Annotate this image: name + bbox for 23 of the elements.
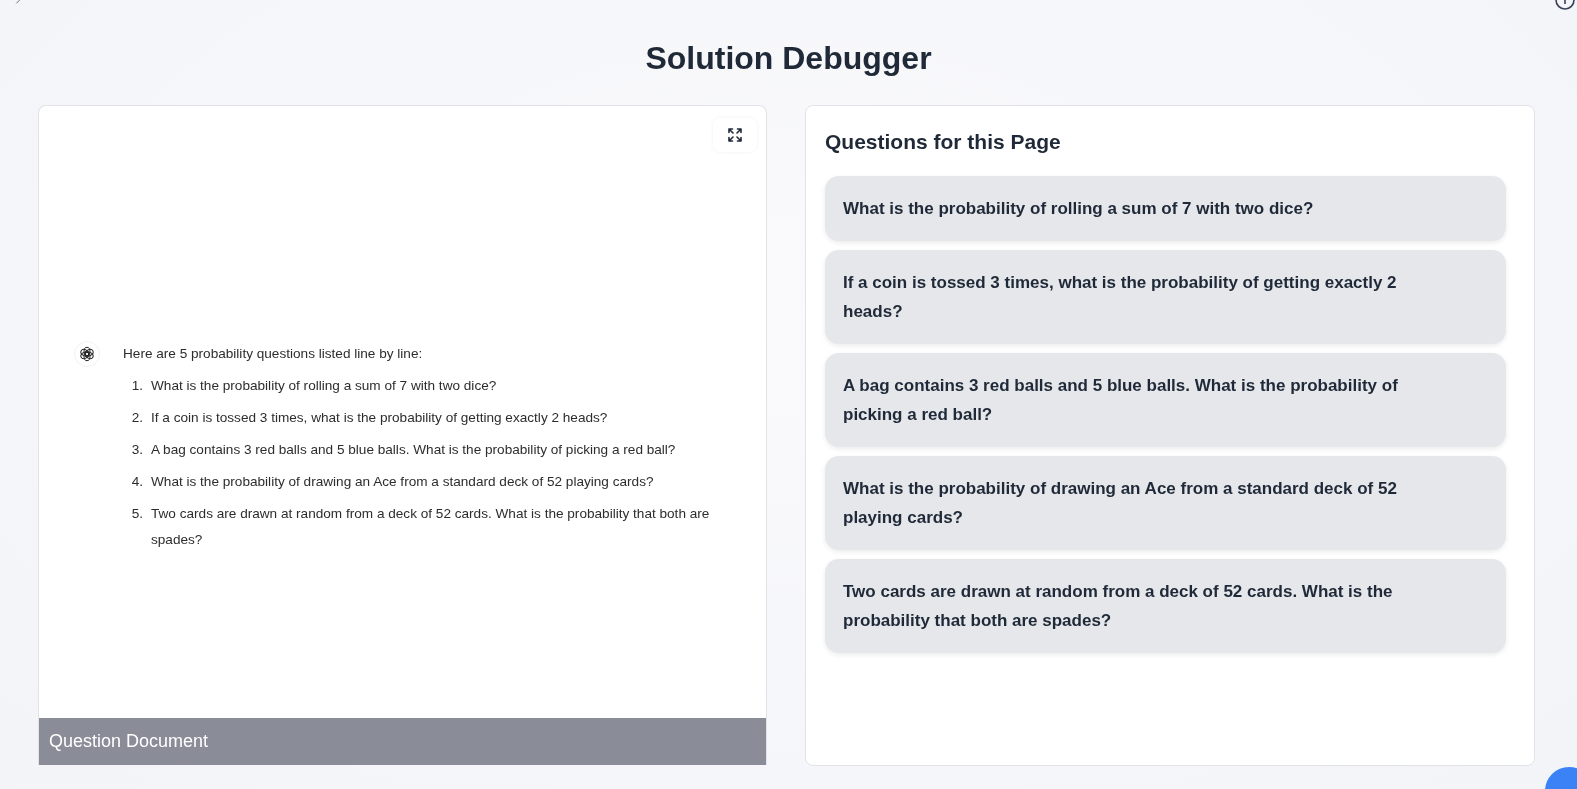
panel-heading: Questions for this Page	[825, 129, 1062, 155]
caption-text: Question Document	[49, 731, 209, 752]
knot-logo-icon	[74, 341, 100, 367]
item-number: 1.	[130, 377, 143, 395]
item-number: 2.	[130, 409, 143, 427]
circle-icon[interactable]	[1555, 0, 1575, 10]
page-title: Solution Debugger	[645, 39, 932, 78]
item-number: 5.	[130, 505, 143, 523]
question-card[interactable]: A bag contains 3 red balls and 5 blue balls. What is the probability of picking a red ball?	[825, 353, 1506, 447]
expand-icon	[728, 128, 742, 142]
intro-text: Here are 5 probability questions listed line by line:	[123, 345, 424, 363]
question-card[interactable]: Two cards are drawn at random from a deck of 52 cards. What is the probability that both are spades?	[825, 559, 1506, 653]
question-text: A bag contains 3 red balls and 5 blue balls. What is the probability of picking a red ball?	[151, 441, 677, 459]
expand-button[interactable]	[713, 118, 757, 152]
question-card[interactable]: What is the probability of drawing an Ace from a standard deck of 52 playing cards?	[825, 456, 1506, 550]
item-number: 4.	[130, 473, 143, 491]
question-text: What is the probability of drawing an Ace from a standard deck of 52 playing cards?	[151, 473, 655, 491]
question-text: Two cards are drawn at random from a deck of 52 cards. What is the probability that both are spades?	[151, 505, 711, 549]
question-text: What is the probability of rolling a sum of 7 with two dice?	[151, 377, 498, 395]
item-number: 3.	[130, 441, 143, 459]
question-card[interactable]: If a coin is tossed 3 times, what is the probability of getting exactly 2 heads?	[825, 250, 1506, 344]
question-text: If a coin is tossed 3 times, what is the probability of getting exactly 2 heads?	[151, 409, 609, 427]
question-card[interactable]: What is the probability of rolling a sum of 7 with two dice?	[825, 176, 1506, 241]
